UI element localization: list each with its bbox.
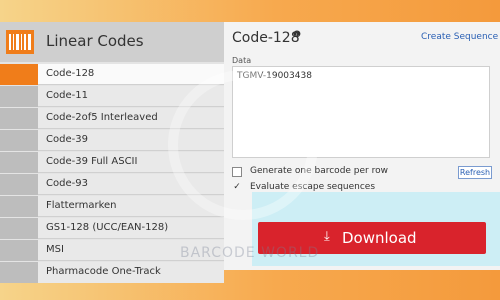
sidebar-item-label: Code-39 Full ASCII bbox=[46, 156, 138, 167]
sidebar-item-pharmacode-row[interactable]: Pharmacode One-Track bbox=[0, 262, 224, 284]
sidebar-header: Linear Codes bbox=[0, 22, 224, 62]
info-icon[interactable]: ❶ bbox=[293, 30, 301, 40]
refresh-button[interactable]: Refresh bbox=[458, 166, 492, 179]
sidebar-title: Linear Codes bbox=[46, 32, 144, 50]
download-icon: ⤓ bbox=[324, 229, 330, 244]
sidebar-item-label: Code-11 bbox=[46, 90, 88, 101]
barcode-icon bbox=[6, 30, 34, 54]
watermark-text: BARCODE WORLD bbox=[180, 245, 320, 261]
sidebar-item-label: Code-2of5 Interleaved bbox=[46, 112, 158, 123]
sidebar-item-label: Flattermarken bbox=[46, 200, 117, 211]
sidebar-item-code-128[interactable]: Code-128 bbox=[0, 64, 224, 86]
page-title: Code-128 bbox=[232, 30, 300, 46]
sidebar-item-label: Pharmacode One-Track bbox=[46, 266, 161, 277]
sidebar-item-label: Code-39 bbox=[46, 134, 88, 145]
data-label: Data bbox=[232, 56, 252, 65]
download-label: Download bbox=[342, 229, 417, 247]
sidebar-item-label: Code-128 bbox=[46, 68, 95, 79]
watermark-circle bbox=[168, 70, 318, 220]
sidebar-item-label: GS1-128 (UCC/EAN-128) bbox=[46, 222, 169, 233]
sidebar-item-label: Code-93 bbox=[46, 178, 88, 189]
create-sequence-link[interactable]: Create Sequence bbox=[421, 32, 498, 42]
sidebar-item-label: MSI bbox=[46, 244, 64, 255]
sidebar-item-gs1-128[interactable]: GS1-128 (UCC/EAN-128) bbox=[0, 218, 224, 240]
